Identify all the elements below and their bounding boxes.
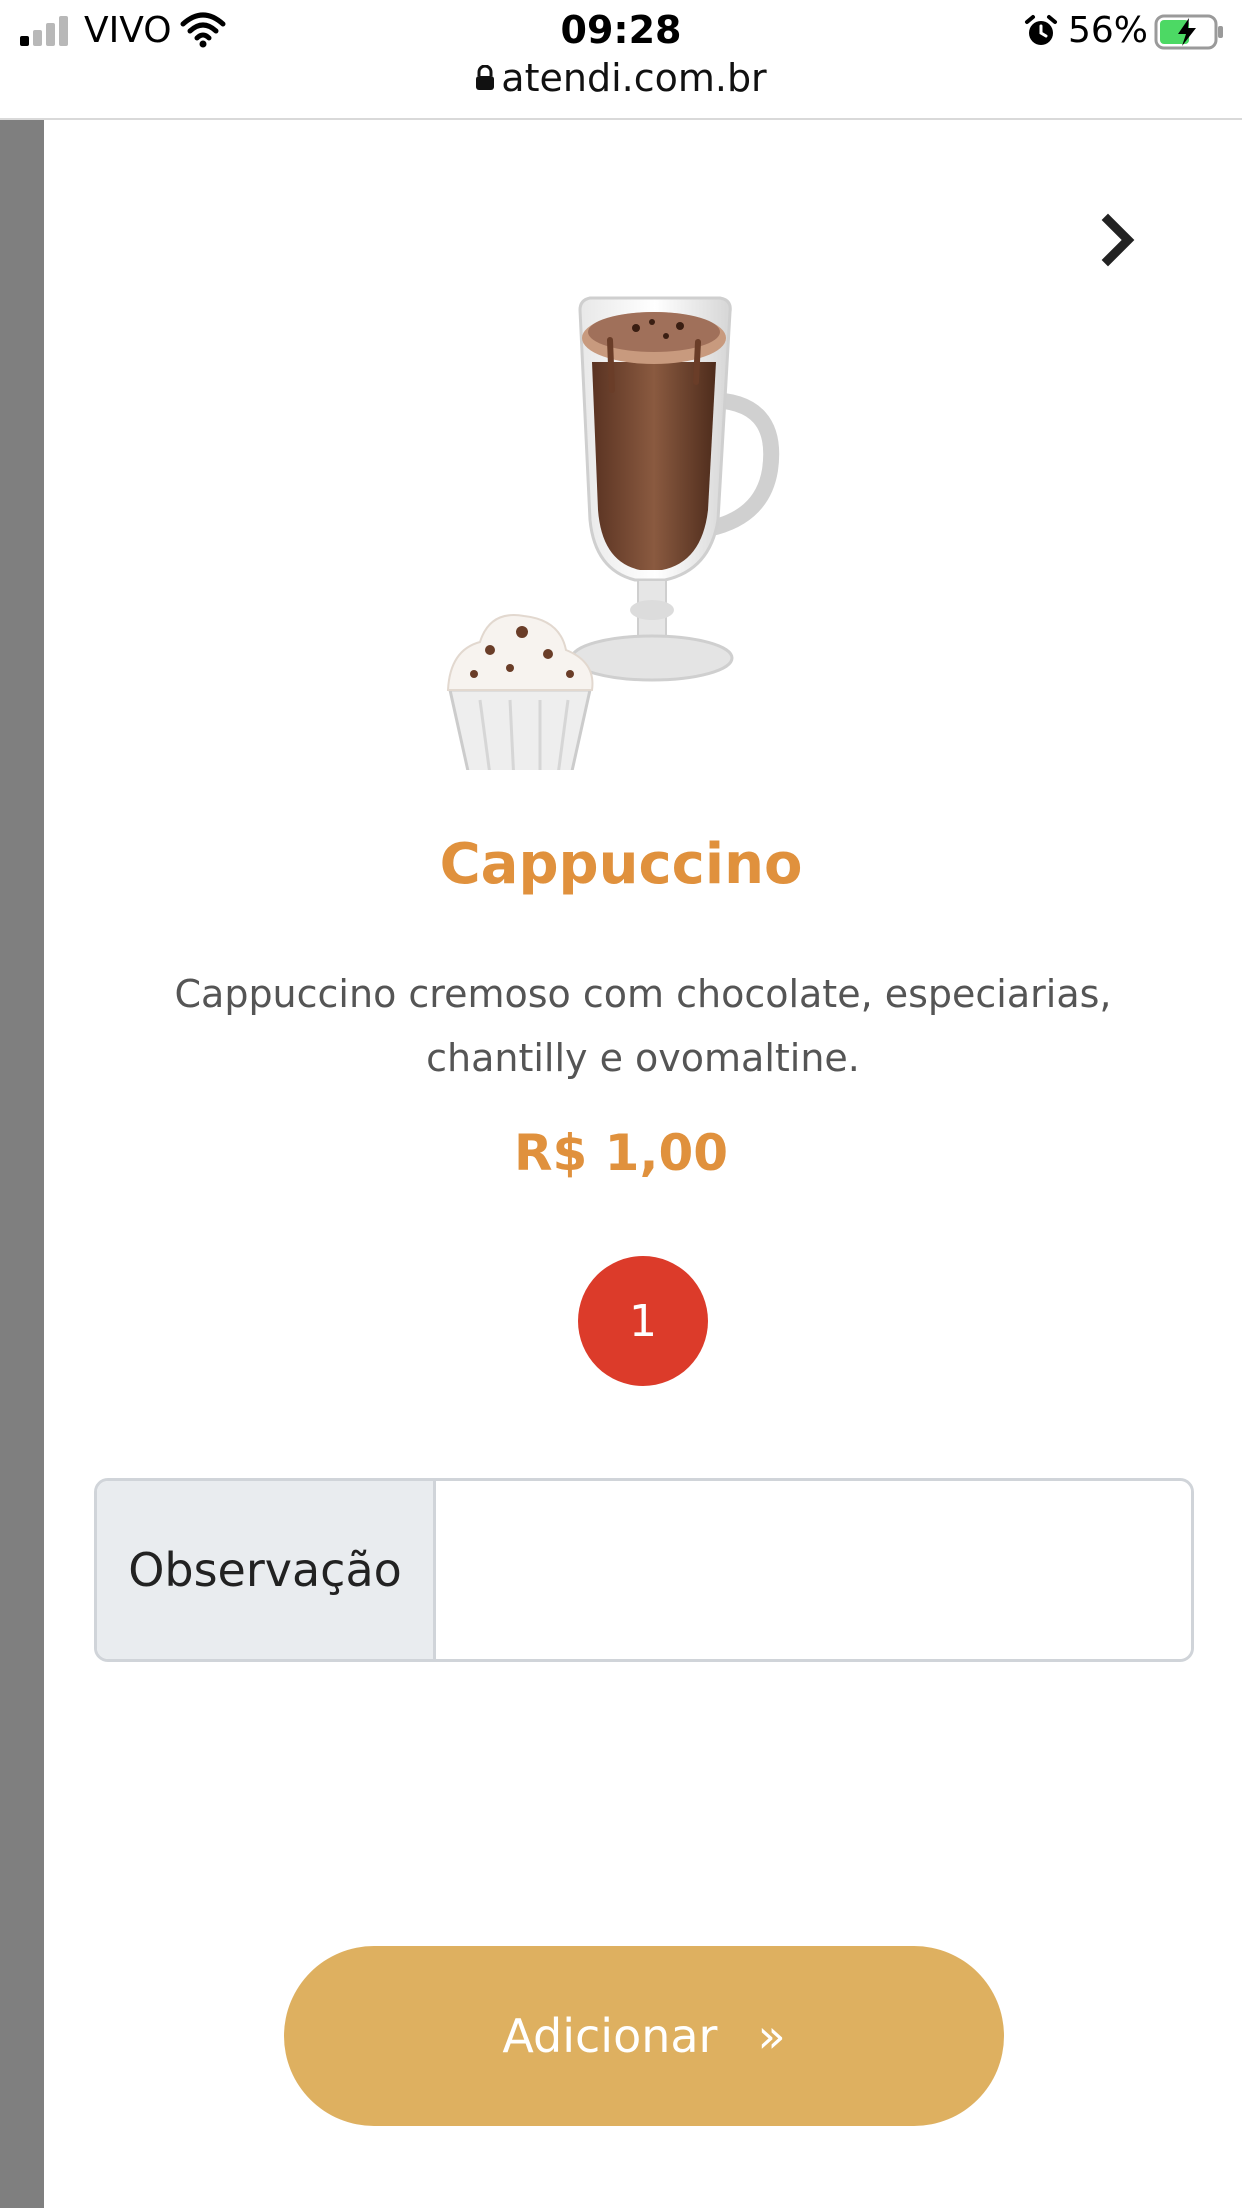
address-bar[interactable]: atendi.com.br (0, 56, 1242, 100)
add-button-label: Adicionar (502, 2009, 718, 2063)
observation-label: Observação (97, 1481, 436, 1659)
product-image (446, 296, 780, 770)
product-title: Cappuccino (439, 832, 803, 897)
quantity-badge[interactable]: 1 (578, 1256, 708, 1386)
battery-percent: 56% (1068, 10, 1149, 51)
url-text: atendi.com.br (501, 56, 767, 100)
lock-icon (476, 65, 495, 90)
double-chevron-right-icon: » (757, 2009, 786, 2063)
observation-input[interactable] (436, 1481, 1191, 1659)
next-product-button[interactable] (1098, 210, 1142, 270)
alarm-icon (1025, 15, 1057, 45)
product-description: Cappuccino cremoso com chocolate, especi… (174, 972, 1112, 1080)
observation-field: Observação (94, 1478, 1194, 1662)
battery-charging-icon (1154, 14, 1223, 50)
product-price: R$ 1,00 (513, 1124, 729, 1182)
status-bar: VIVO 09:28 56% atendi.com.br (0, 0, 1242, 120)
add-to-cart-button[interactable]: Adicionar » (284, 1946, 1004, 2126)
